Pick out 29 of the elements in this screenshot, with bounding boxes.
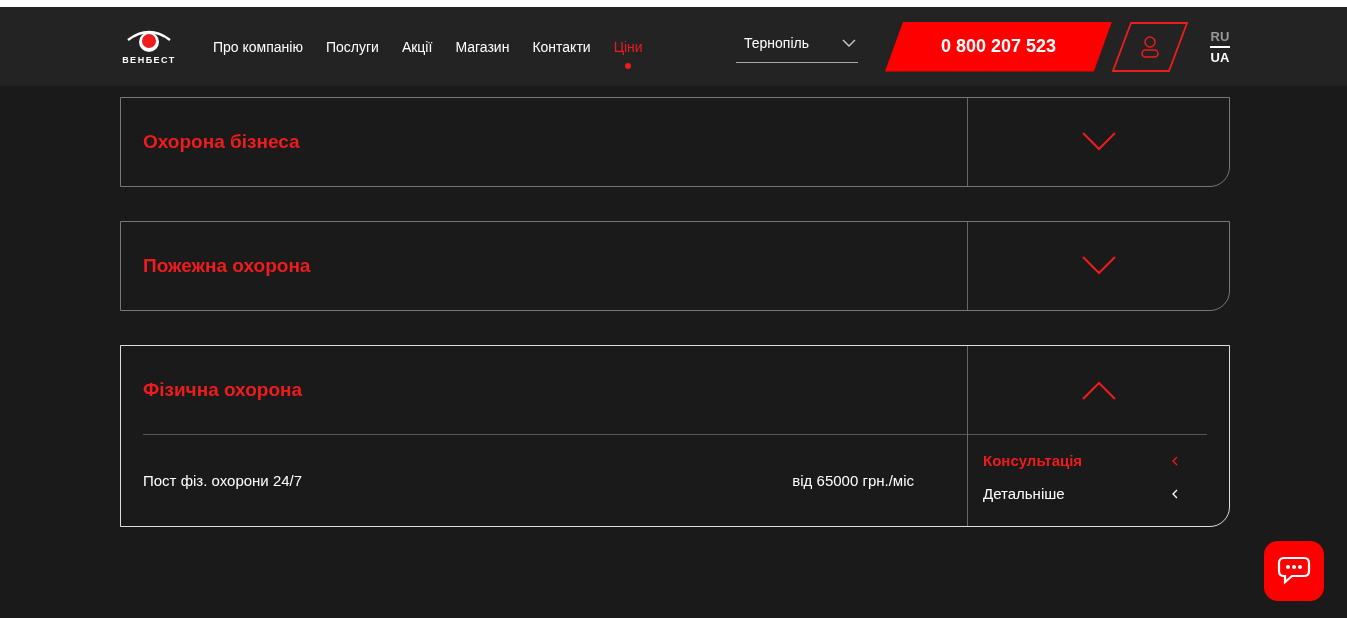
section-title: Охорона бізнеса — [143, 131, 300, 153]
nav-link[interactable]: Ціни — [613, 34, 643, 59]
section-title: Пожежна охорона — [143, 255, 311, 277]
chevron-left-icon — [1172, 455, 1178, 466]
logo-text: ВЕНБЕСТ — [122, 55, 176, 65]
chevron-down-icon — [1081, 132, 1116, 152]
service-name: Пост фіз. охорони 24/7 — [143, 472, 303, 489]
language-link[interactable]: RU — [1210, 26, 1230, 46]
chat-bubble-icon — [1276, 555, 1312, 587]
language-link[interactable]: UA — [1210, 47, 1230, 67]
action-link[interactable]: Консультація — [983, 445, 1178, 476]
chevron-down-icon — [842, 39, 856, 47]
nav-link[interactable]: Магазин — [455, 34, 510, 59]
eye-logo-icon — [126, 28, 172, 54]
phone-button[interactable]: 0 800 207 523 — [885, 21, 1112, 72]
chevron-up-icon — [1081, 380, 1116, 400]
chevron-left-icon — [1172, 488, 1178, 499]
action-link[interactable]: Детальніше — [983, 478, 1178, 509]
service-price: від 65000 грн./міс — [792, 472, 914, 489]
section-title: Фізична охорона — [143, 379, 303, 401]
chat-button[interactable] — [1264, 541, 1324, 601]
account-button[interactable] — [1112, 21, 1188, 72]
chevron-down-icon — [1081, 256, 1116, 276]
nav-link[interactable]: Послуги — [325, 34, 379, 59]
city-select[interactable]: Тернопіль — [736, 30, 858, 63]
nav-link[interactable]: Про компанію — [213, 34, 303, 59]
active-dot — [625, 62, 632, 69]
nav-link[interactable]: Контакти — [532, 34, 591, 59]
nav-link[interactable]: Акції — [401, 34, 433, 59]
